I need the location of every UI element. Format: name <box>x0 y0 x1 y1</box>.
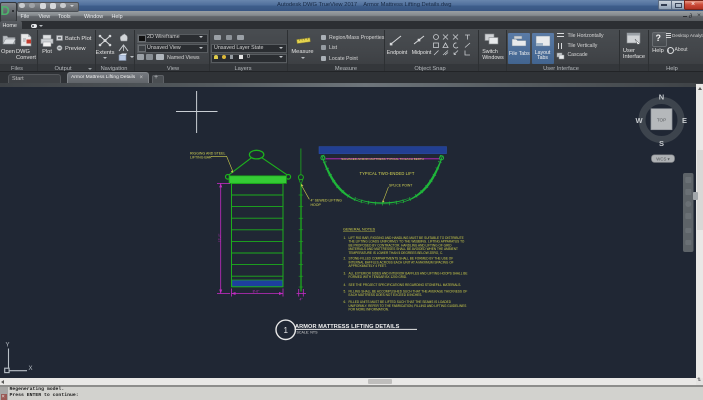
svg-text:SALVAGED ARMOR MATTRESS TYPICA: SALVAGED ARMOR MATTRESS TYPICAL TO EACH … <box>341 157 424 161</box>
svg-text:Y: Y <box>6 343 10 349</box>
svg-text:S: S <box>659 139 664 148</box>
svg-text:SEE THE PROJECT SPECIFICATIONS: SEE THE PROJECT SPECIFICATIONS REGARDING… <box>349 283 462 287</box>
svg-text:W: W <box>635 116 643 125</box>
svg-text:3.: 3. <box>344 272 347 276</box>
svg-text:N: N <box>659 93 664 102</box>
svg-text:EACH MATTRESS DOES NOT EXCEED: EACH MATTRESS DOES NOT EXCEED 8 INCHES. <box>349 293 423 297</box>
svg-text:4": 4" <box>299 298 303 302</box>
svg-text:TEMPERATURE IS LOWER THAN 5 DE: TEMPERATURE IS LOWER THAN 5 DEGREES BELO… <box>349 251 444 255</box>
svg-text:SPLICE POINT: SPLICE POINT <box>389 183 412 187</box>
svg-text:TOP: TOP <box>657 117 666 122</box>
svg-text:E: E <box>682 116 687 125</box>
svg-text:2.: 2. <box>344 257 347 261</box>
svg-text:12'-0": 12'-0" <box>218 233 222 242</box>
svg-text:8'-0": 8'-0" <box>253 289 261 293</box>
svg-text:4.: 4. <box>344 283 347 287</box>
svg-text:SCALE: NTS: SCALE: NTS <box>297 331 319 335</box>
svg-text:X: X <box>29 366 33 372</box>
svg-text:WCS ▾: WCS ▾ <box>656 156 669 161</box>
svg-text:LIFTING BAR: LIFTING BAR <box>190 156 212 160</box>
svg-text:1.: 1. <box>344 236 347 240</box>
svg-text:TYPICAL TWO-ENDED LIFT: TYPICAL TWO-ENDED LIFT <box>360 171 415 176</box>
svg-text:FOR MORE INFORMATION.: FOR MORE INFORMATION. <box>349 308 390 312</box>
svg-text:5.: 5. <box>344 289 347 293</box>
svg-text:GENERAL NOTES: GENERAL NOTES <box>343 228 376 232</box>
svg-text:6.: 6. <box>344 300 347 304</box>
svg-text:HOOP: HOOP <box>311 203 322 207</box>
svg-text:APPROXIMATELY 4 FEET.: APPROXIMATELY 4 FEET. <box>349 264 387 268</box>
svg-text:1: 1 <box>283 326 288 335</box>
svg-text:FORMED WITH TENSAR BX 1200 GRI: FORMED WITH TENSAR BX 1200 GRID. <box>349 275 408 279</box>
